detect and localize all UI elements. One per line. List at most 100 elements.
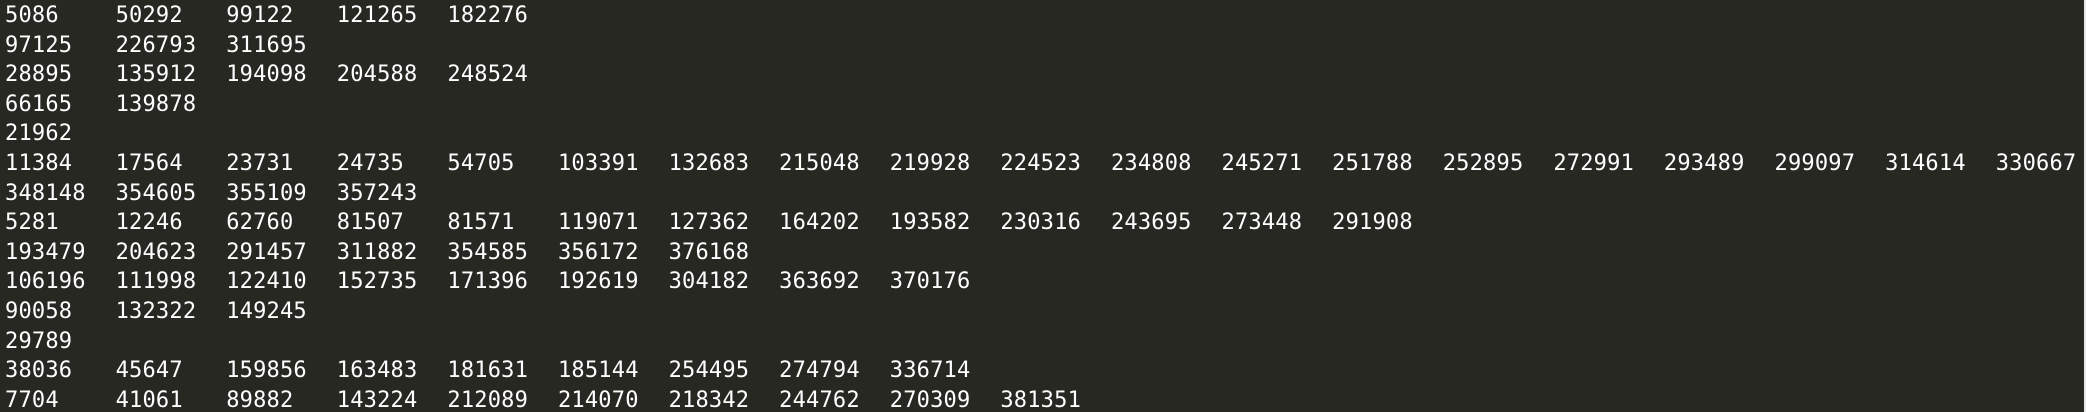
number-cell: 97125 [5, 32, 73, 58]
number-cell: 356172 [557, 239, 639, 265]
number-cell: 99122 [226, 3, 294, 28]
number-cell: 272991 [1553, 150, 1634, 176]
number-cell: 21962 [5, 121, 73, 147]
number-cell: 355109 [226, 180, 307, 206]
number-cell: 54705 [447, 150, 515, 176]
number-cell: 139878 [115, 91, 197, 117]
terminal-window[interactable]: 5086 50292 99122 121265 182276 97125 226793 311… [0, 0, 2086, 412]
output-line: 5281 12246 62760 81507 81571 119071 127362 1642… [5, 208, 2084, 238]
terminal-output: 5086 50292 99122 121265 182276 97125 226793 311… [5, 1, 2084, 412]
number-cell: 348148 [5, 180, 86, 206]
number-cell: 132683 [668, 150, 750, 176]
number-cell: 171396 [447, 269, 529, 295]
number-cell: 5086 [5, 3, 59, 28]
number-cell: 248524 [447, 62, 529, 88]
number-cell: 50292 [115, 3, 183, 28]
number-cell: 330667 [1995, 150, 2077, 176]
number-cell: 245271 [1221, 150, 1303, 176]
number-cell: 376168 [668, 239, 750, 265]
number-cell: 244762 [779, 387, 860, 412]
output-line: 7704 41061 89882 143224 212089 214070 218342 24… [5, 386, 2084, 412]
number-cell: 103391 [557, 150, 639, 176]
number-cell: 291908 [1332, 210, 1413, 236]
number-cell: 274794 [779, 358, 860, 384]
number-cell: 311882 [336, 239, 418, 265]
number-cell: 149245 [226, 298, 307, 324]
number-cell: 11384 [5, 150, 73, 176]
number-cell: 230316 [1000, 210, 1082, 236]
number-cell: 254495 [668, 358, 750, 384]
number-cell: 45647 [115, 358, 183, 384]
number-cell: 291457 [226, 239, 307, 265]
number-cell: 5281 [5, 210, 59, 236]
number-cell: 215048 [779, 150, 860, 176]
number-cell: 314614 [1885, 150, 1966, 176]
number-cell: 311695 [226, 32, 307, 58]
number-cell: 357243 [336, 180, 418, 206]
number-cell: 193582 [889, 210, 971, 236]
number-cell: 243695 [1110, 210, 1192, 236]
number-cell: 193479 [5, 239, 86, 265]
number-cell: 23731 [226, 150, 294, 176]
number-cell: 81571 [447, 210, 515, 236]
number-cell: 106196 [5, 269, 86, 295]
output-line: 193479 204623 291457 311882 354585 356172 3761… [5, 238, 2084, 268]
number-cell: 121265 [336, 3, 418, 28]
number-cell: 164202 [779, 210, 860, 236]
number-cell: 354605 [115, 180, 197, 206]
number-cell: 12246 [115, 210, 183, 236]
output-line: 29789 [5, 327, 2084, 357]
number-cell: 28895 [5, 62, 73, 88]
output-line: 28895 135912 194098 204588 248524 [5, 60, 2084, 90]
number-cell: 89882 [226, 387, 294, 412]
number-cell: 38036 [5, 358, 73, 384]
output-line: 11384 17564 23731 24735 54705 103391 132683 215… [5, 149, 2084, 179]
number-cell: 182276 [447, 3, 529, 28]
output-line: 38036 45647 159856 163483 181631 185144 254495… [5, 356, 2084, 386]
number-cell: 194098 [226, 62, 307, 88]
number-cell: 234808 [1110, 150, 1192, 176]
number-cell: 181631 [447, 358, 529, 384]
number-cell: 224523 [1000, 150, 1082, 176]
output-line: 5086 50292 99122 121265 182276 [5, 1, 2084, 31]
number-cell: 304182 [668, 269, 750, 295]
output-line: 21962 [5, 119, 2084, 149]
output-line: 106196 111998 122410 152735 171396 192619 3041… [5, 267, 2084, 297]
number-cell: 251788 [1332, 150, 1413, 176]
number-cell: 336714 [889, 358, 971, 384]
number-cell: 163483 [336, 358, 418, 384]
number-cell: 354585 [447, 239, 529, 265]
number-cell: 204588 [336, 62, 418, 88]
number-cell: 143224 [336, 387, 418, 412]
output-line: 348148 354605 355109 357243 [5, 179, 2084, 209]
output-line: 66165 139878 [5, 90, 2084, 120]
number-cell: 119071 [557, 210, 639, 236]
number-cell: 127362 [668, 210, 750, 236]
number-cell: 66165 [5, 91, 73, 117]
number-cell: 132322 [115, 298, 197, 324]
number-cell: 159856 [226, 358, 307, 384]
number-cell: 218342 [668, 387, 750, 412]
number-cell: 111998 [115, 269, 197, 295]
output-line: 90058 132322 149245 [5, 297, 2084, 327]
number-cell: 24735 [336, 150, 405, 176]
number-cell: 219928 [889, 150, 971, 176]
number-cell: 273448 [1221, 210, 1303, 236]
number-cell: 185144 [557, 358, 639, 384]
number-cell: 62760 [226, 210, 294, 236]
number-cell: 122410 [226, 269, 307, 295]
number-cell: 370176 [889, 269, 971, 295]
number-cell: 7704 [5, 387, 59, 412]
number-cell: 226793 [115, 32, 197, 58]
number-cell: 252895 [1442, 150, 1524, 176]
number-cell: 212089 [447, 387, 529, 412]
number-cell: 381351 [1000, 387, 1082, 412]
number-cell: 204623 [115, 239, 197, 265]
number-cell: 41061 [115, 387, 183, 412]
number-cell: 363692 [779, 269, 860, 295]
number-cell: 192619 [557, 269, 639, 295]
number-cell: 90058 [5, 298, 73, 324]
number-cell: 299097 [1774, 150, 1856, 176]
number-cell: 17564 [115, 150, 183, 176]
output-line: 97125 226793 311695 [5, 31, 2084, 61]
